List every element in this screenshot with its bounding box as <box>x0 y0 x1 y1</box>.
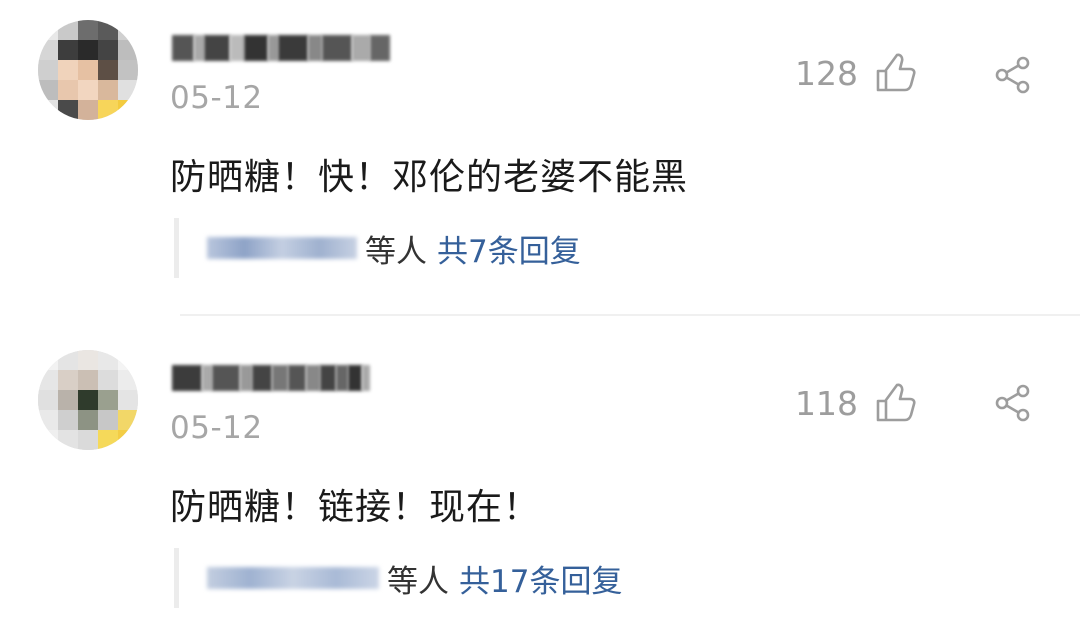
comment-item: 05-12 118 防晒糖！链接！现在！ 等人 共17条回复 <box>0 330 1080 635</box>
username[interactable] <box>172 26 390 70</box>
like-icon[interactable] <box>874 52 916 94</box>
comment-item: 05-12 128 防晒糖！快！邓伦的老婆不能黑 等人 共7条回复 <box>0 0 1080 315</box>
comment-date: 05-12 <box>170 410 263 446</box>
replier-name[interactable] <box>207 567 379 589</box>
avatar[interactable] <box>38 350 138 450</box>
comment-date: 05-12 <box>170 80 263 116</box>
reply-summary[interactable]: 等人 共7条回复 <box>174 218 581 278</box>
replier-name[interactable] <box>207 237 357 259</box>
divider <box>180 314 1080 316</box>
replies-count-link[interactable]: 共17条回复 <box>459 556 622 601</box>
comment-text: 防晒糖！快！邓伦的老婆不能黑 <box>170 157 689 198</box>
replies-count-link[interactable]: 共7条回复 <box>437 226 581 271</box>
like-count[interactable]: 118 <box>795 384 858 423</box>
avatar[interactable] <box>38 20 138 120</box>
comment-text: 防晒糖！链接！现在！ <box>170 487 541 528</box>
share-icon[interactable] <box>993 55 1033 95</box>
share-icon[interactable] <box>993 383 1033 423</box>
replies-who-label: 等人 <box>387 563 449 600</box>
replies-who-label: 等人 <box>365 233 427 270</box>
reply-summary[interactable]: 等人 共17条回复 <box>174 548 622 608</box>
like-count[interactable]: 128 <box>795 54 858 93</box>
like-icon[interactable] <box>874 382 916 424</box>
username[interactable] <box>172 356 370 400</box>
